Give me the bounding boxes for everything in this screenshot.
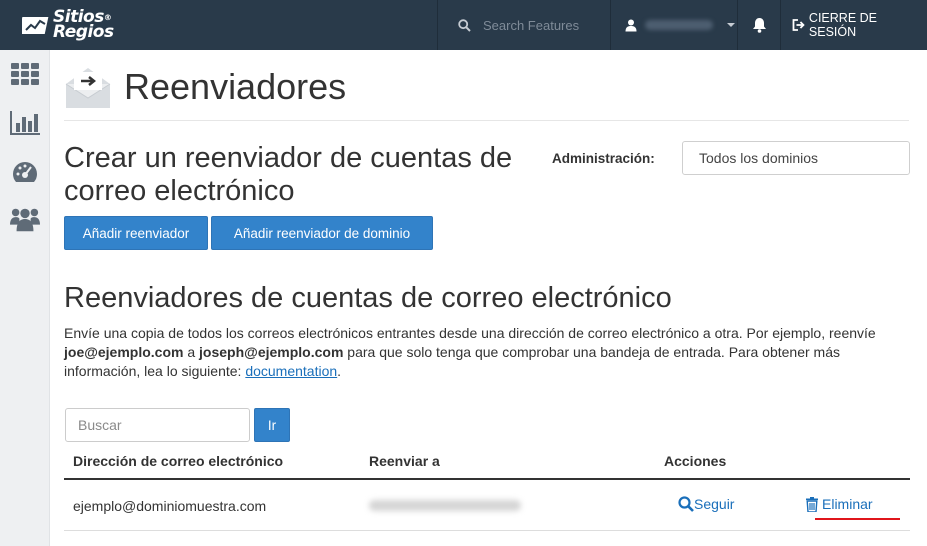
delete-forwarder-link[interactable]: Eliminar xyxy=(806,496,873,512)
administration-label: Administración: xyxy=(552,151,655,166)
brand-name: Sitios® Regios xyxy=(53,7,114,42)
sidebar-item-statistics[interactable] xyxy=(10,108,40,138)
top-navbar: Sitios® Regios CIERRE DE SESIÓN xyxy=(0,0,927,50)
brand-logo[interactable]: Sitios® Regios xyxy=(22,7,122,43)
description-text: . xyxy=(337,363,342,379)
sidebar-item-dashboard[interactable] xyxy=(10,157,40,187)
users-icon xyxy=(10,208,40,232)
feature-search-input[interactable] xyxy=(483,17,603,33)
header-divider xyxy=(64,120,909,121)
search-go-button[interactable]: Ir xyxy=(254,408,290,442)
left-sidebar xyxy=(0,50,50,546)
column-header-actions: Acciones xyxy=(664,453,727,469)
add-domain-forwarder-button[interactable]: Añadir reenviador de dominio xyxy=(211,216,433,250)
documentation-link[interactable]: documentation xyxy=(245,363,337,379)
forwarder-search-input[interactable] xyxy=(65,408,250,442)
example-email-target: joseph@ejemplo.com xyxy=(199,344,344,360)
row-email: ejemplo@dominiomuestra.com xyxy=(73,498,267,514)
bell-icon xyxy=(753,18,766,33)
envelope-forward-icon xyxy=(65,68,111,108)
forwarders-table-header: Dirección de correo electrónico Reenviar… xyxy=(64,443,910,480)
notifications-button[interactable] xyxy=(739,0,781,50)
delete-highlight-underline xyxy=(815,518,900,520)
domain-select[interactable]: Todos los dominios xyxy=(682,141,910,175)
logout-label: CIERRE DE SESIÓN xyxy=(808,11,877,39)
gauge-icon xyxy=(12,162,38,182)
table-row: ejemplo@dominiomuestra.com Seguir Elimin… xyxy=(64,480,910,531)
grid-icon xyxy=(11,63,39,85)
logo-chart-icon xyxy=(22,17,49,34)
column-header-forward-to[interactable]: Reenviar a xyxy=(369,453,440,469)
add-forwarder-button[interactable]: Añadir reenviador xyxy=(64,216,208,250)
sidebar-item-users[interactable] xyxy=(10,204,40,234)
main-content: Reenviadores Crear un reenviador de cuen… xyxy=(50,50,927,546)
user-menu[interactable] xyxy=(612,0,738,50)
track-delivery-link[interactable]: Seguir xyxy=(678,496,734,512)
logout-link[interactable]: CIERRE DE SESIÓN xyxy=(792,0,927,50)
logout-icon xyxy=(792,19,805,31)
sidebar-item-home[interactable] xyxy=(10,59,40,89)
search-icon xyxy=(458,18,471,32)
forwarders-description: Envíe una copia de todos los correos ele… xyxy=(64,324,914,381)
delete-label: Eliminar xyxy=(822,496,873,512)
description-text: a xyxy=(183,344,200,360)
description-text: Envíe una copia de todos los correos ele… xyxy=(64,325,876,341)
bar-chart-icon xyxy=(10,111,40,135)
column-header-email[interactable]: Dirección de correo electrónico xyxy=(73,453,283,469)
user-icon xyxy=(625,19,637,31)
username-redacted xyxy=(645,20,713,30)
page-header: Reenviadores xyxy=(64,64,346,110)
example-email-source: joe@ejemplo.com xyxy=(64,344,184,360)
row-forward-to-redacted xyxy=(369,500,521,511)
chevron-down-icon xyxy=(727,23,735,27)
track-label: Seguir xyxy=(694,496,735,512)
feature-search xyxy=(437,0,611,50)
create-forwarder-heading: Crear un reenviador de cuentas de correo… xyxy=(64,142,513,207)
magnifier-icon xyxy=(678,496,694,512)
page-title: Reenviadores xyxy=(124,66,347,107)
forwarders-list-heading: Reenviadores de cuentas de correo electr… xyxy=(64,282,672,314)
trash-icon xyxy=(806,496,818,512)
